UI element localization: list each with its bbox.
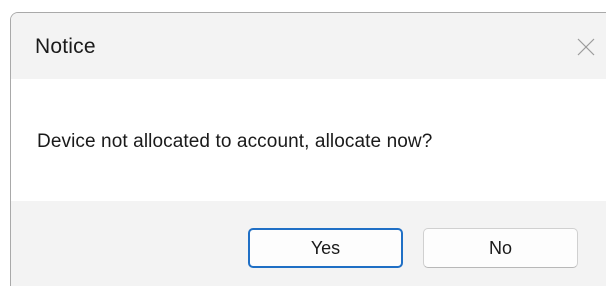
close-icon [577, 38, 595, 56]
dialog-footer: Yes No [11, 201, 606, 286]
yes-button[interactable]: Yes [248, 228, 403, 268]
dialog-message: Device not allocated to account, allocat… [37, 131, 433, 152]
close-button[interactable] [566, 27, 606, 67]
notice-dialog: Notice Device not allocated to account, … [10, 12, 606, 286]
title-bar: Notice [11, 13, 606, 79]
dialog-title: Notice [35, 35, 96, 58]
dialog-content: Device not allocated to account, allocat… [11, 79, 606, 201]
no-button[interactable]: No [423, 228, 578, 268]
